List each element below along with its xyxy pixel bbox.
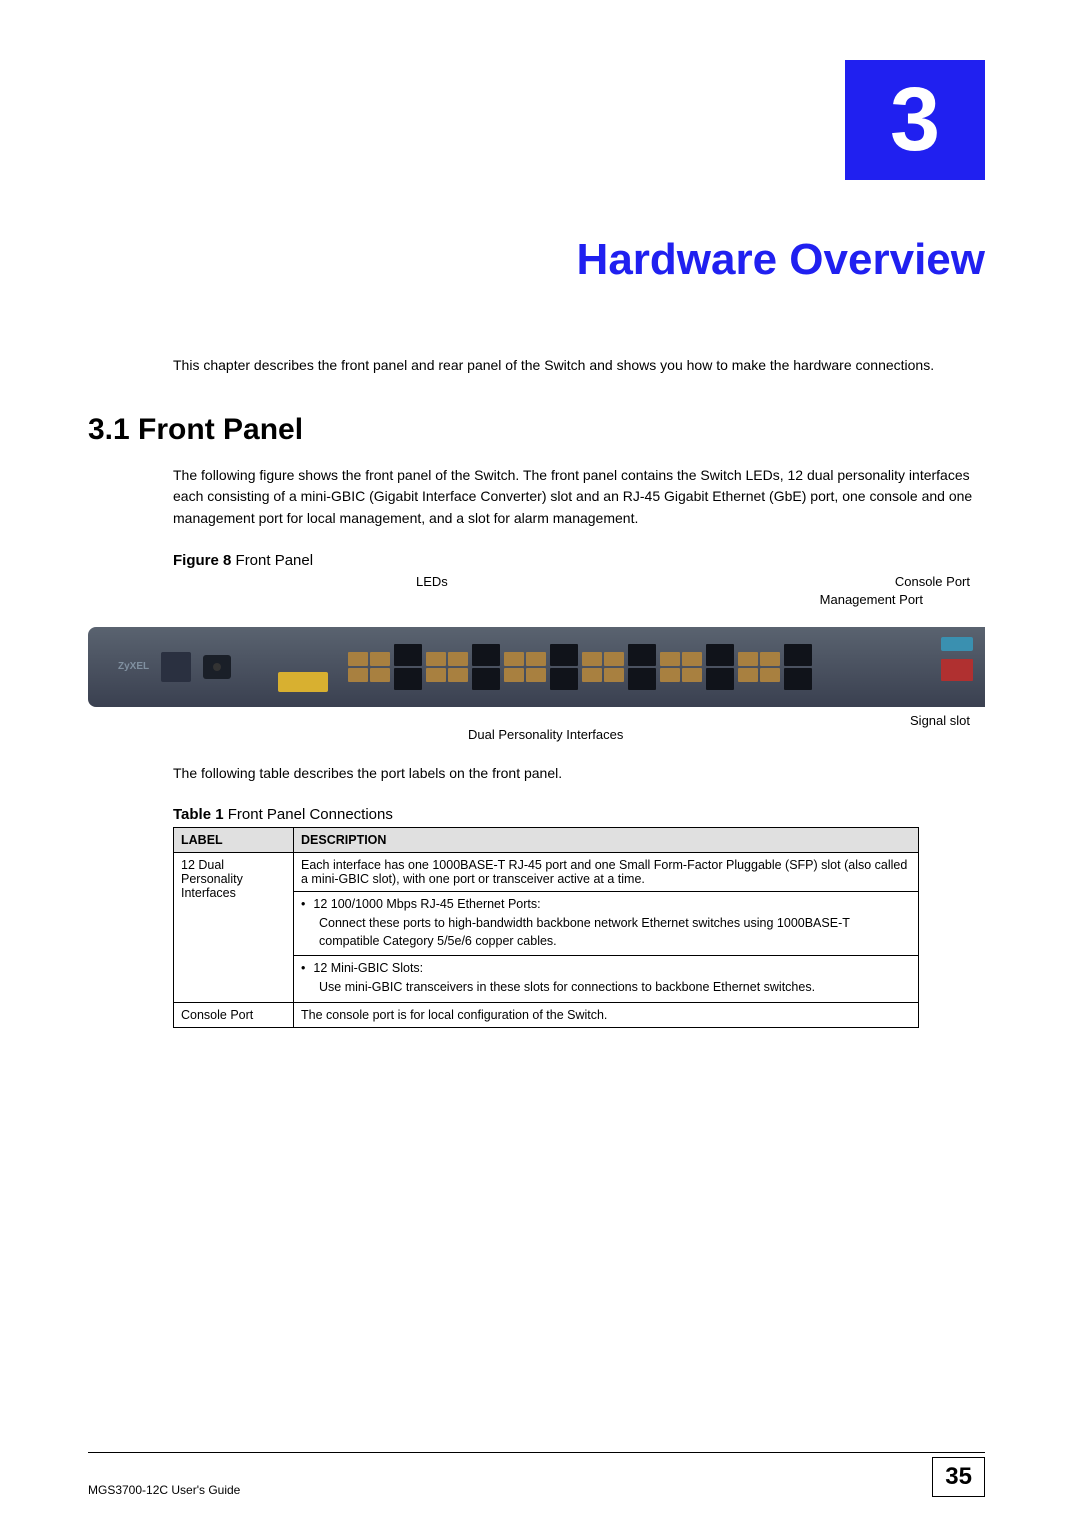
table-cell-desc: 12 100/1000 Mbps RJ-45 Ethernet Ports: C… — [294, 892, 919, 956]
front-panel-connections-table: LABEL DESCRIPTION 12 Dual Personality In… — [173, 827, 919, 1028]
rj45-port-icon — [784, 668, 812, 690]
section-body: The following figure shows the front pan… — [173, 465, 985, 530]
sfp-port-icon — [448, 652, 468, 666]
rj45-port-icon — [628, 668, 656, 690]
sfp-port-icon — [526, 668, 546, 682]
sfp-port-icon — [660, 668, 680, 682]
sfp-port-icon — [526, 652, 546, 666]
switch-front-panel-image: ZyXEL — [88, 627, 985, 707]
console-port-icon — [941, 637, 973, 651]
rj45-port-icon — [706, 668, 734, 690]
figure-caption-bold: Figure 8 — [173, 552, 231, 569]
table-cell-label: Console Port — [174, 1002, 294, 1027]
sfp-port-icon — [760, 668, 780, 682]
table-caption-bold: Table 1 — [173, 806, 224, 823]
table-cell-desc: Each interface has one 1000BASE-T RJ-45 … — [294, 853, 919, 892]
sfp-port-icon — [582, 668, 602, 682]
chapter-number-box: 3 — [845, 60, 985, 180]
figure-caption-rest: Front Panel — [231, 552, 313, 569]
power-button-icon — [203, 655, 231, 679]
sfp-port-icon — [370, 652, 390, 666]
sfp-port-icon — [738, 652, 758, 666]
section-heading: 3.1 Front Panel — [88, 413, 985, 447]
device-brand-text: ZyXEL — [118, 661, 149, 672]
sfp-port-icon — [582, 652, 602, 666]
sfp-port-icon — [604, 652, 624, 666]
sfp-port-icon — [682, 668, 702, 682]
sfp-port-icon — [682, 652, 702, 666]
table-intro: The following table describes the port l… — [173, 763, 985, 785]
sfp-port-icon — [738, 668, 758, 682]
figure-label-leds: LEDs — [416, 574, 448, 589]
sfp-port-icon — [504, 652, 524, 666]
table-header-label: LABEL — [174, 828, 294, 853]
signal-slot-icon — [941, 659, 973, 681]
sfp-port-icon — [504, 668, 524, 682]
page-footer: MGS3700-12C User's Guide 35 — [88, 1452, 985, 1497]
rj45-port-icon — [472, 644, 500, 666]
table-header-description: DESCRIPTION — [294, 828, 919, 853]
page-number: 35 — [932, 1457, 985, 1497]
rj45-port-icon — [550, 644, 578, 666]
sfp-port-icon — [426, 668, 446, 682]
table-header-row: LABEL DESCRIPTION — [174, 828, 919, 853]
rj45-port-icon — [394, 644, 422, 666]
sfp-port-icon — [348, 652, 368, 666]
alarm-slot-icon — [278, 672, 328, 692]
sfp-port-icon — [370, 668, 390, 682]
figure-label-dual: Dual Personality Interfaces — [468, 727, 623, 742]
chapter-title: Hardware Overview — [88, 235, 985, 285]
rj45-port-icon — [472, 668, 500, 690]
rj45-port-icon — [550, 668, 578, 690]
footer-guide-name: MGS3700-12C User's Guide — [88, 1483, 240, 1497]
sfp-port-icon — [760, 652, 780, 666]
chapter-number: 3 — [890, 69, 940, 172]
rj45-port-icon — [628, 644, 656, 666]
rj45-port-icon — [706, 644, 734, 666]
table-cell-desc: 12 Mini-GBIC Slots: Use mini-GBIC transc… — [294, 956, 919, 1003]
rj45-port-icon — [784, 644, 812, 666]
table-caption-rest: Front Panel Connections — [224, 806, 393, 823]
sfp-port-icon — [604, 668, 624, 682]
led-block-icon — [161, 652, 191, 682]
sfp-port-icon — [448, 668, 468, 682]
figure-label-signal: Signal slot — [910, 713, 970, 728]
front-panel-figure: LEDs Console Port Management Port ZyXEL — [88, 574, 985, 749]
ports-area — [348, 635, 935, 699]
table-bullet-body: Connect these ports to high-bandwidth ba… — [301, 915, 911, 950]
figure-label-mgmt: Management Port — [820, 592, 923, 607]
table-row: Console Port The console port is for loc… — [174, 1002, 919, 1027]
figure-label-console: Console Port — [895, 574, 970, 589]
table-caption: Table 1 Front Panel Connections — [173, 806, 985, 823]
figure-caption: Figure 8 Front Panel — [173, 552, 985, 569]
chapter-intro: This chapter describes the front panel a… — [173, 355, 985, 377]
table-bullet-body: Use mini-GBIC transceivers in these slot… — [301, 979, 911, 997]
sfp-port-icon — [426, 652, 446, 666]
table-bullet: 12 100/1000 Mbps RJ-45 Ethernet Ports: — [313, 897, 540, 911]
sfp-port-icon — [660, 652, 680, 666]
rj45-port-icon — [394, 668, 422, 690]
sfp-port-icon — [348, 668, 368, 682]
table-cell-label: 12 Dual Personality Interfaces — [174, 853, 294, 1003]
table-bullet: 12 Mini-GBIC Slots: — [313, 961, 423, 975]
table-row: 12 Dual Personality Interfaces Each inte… — [174, 853, 919, 892]
table-cell-desc: The console port is for local configurat… — [294, 1002, 919, 1027]
